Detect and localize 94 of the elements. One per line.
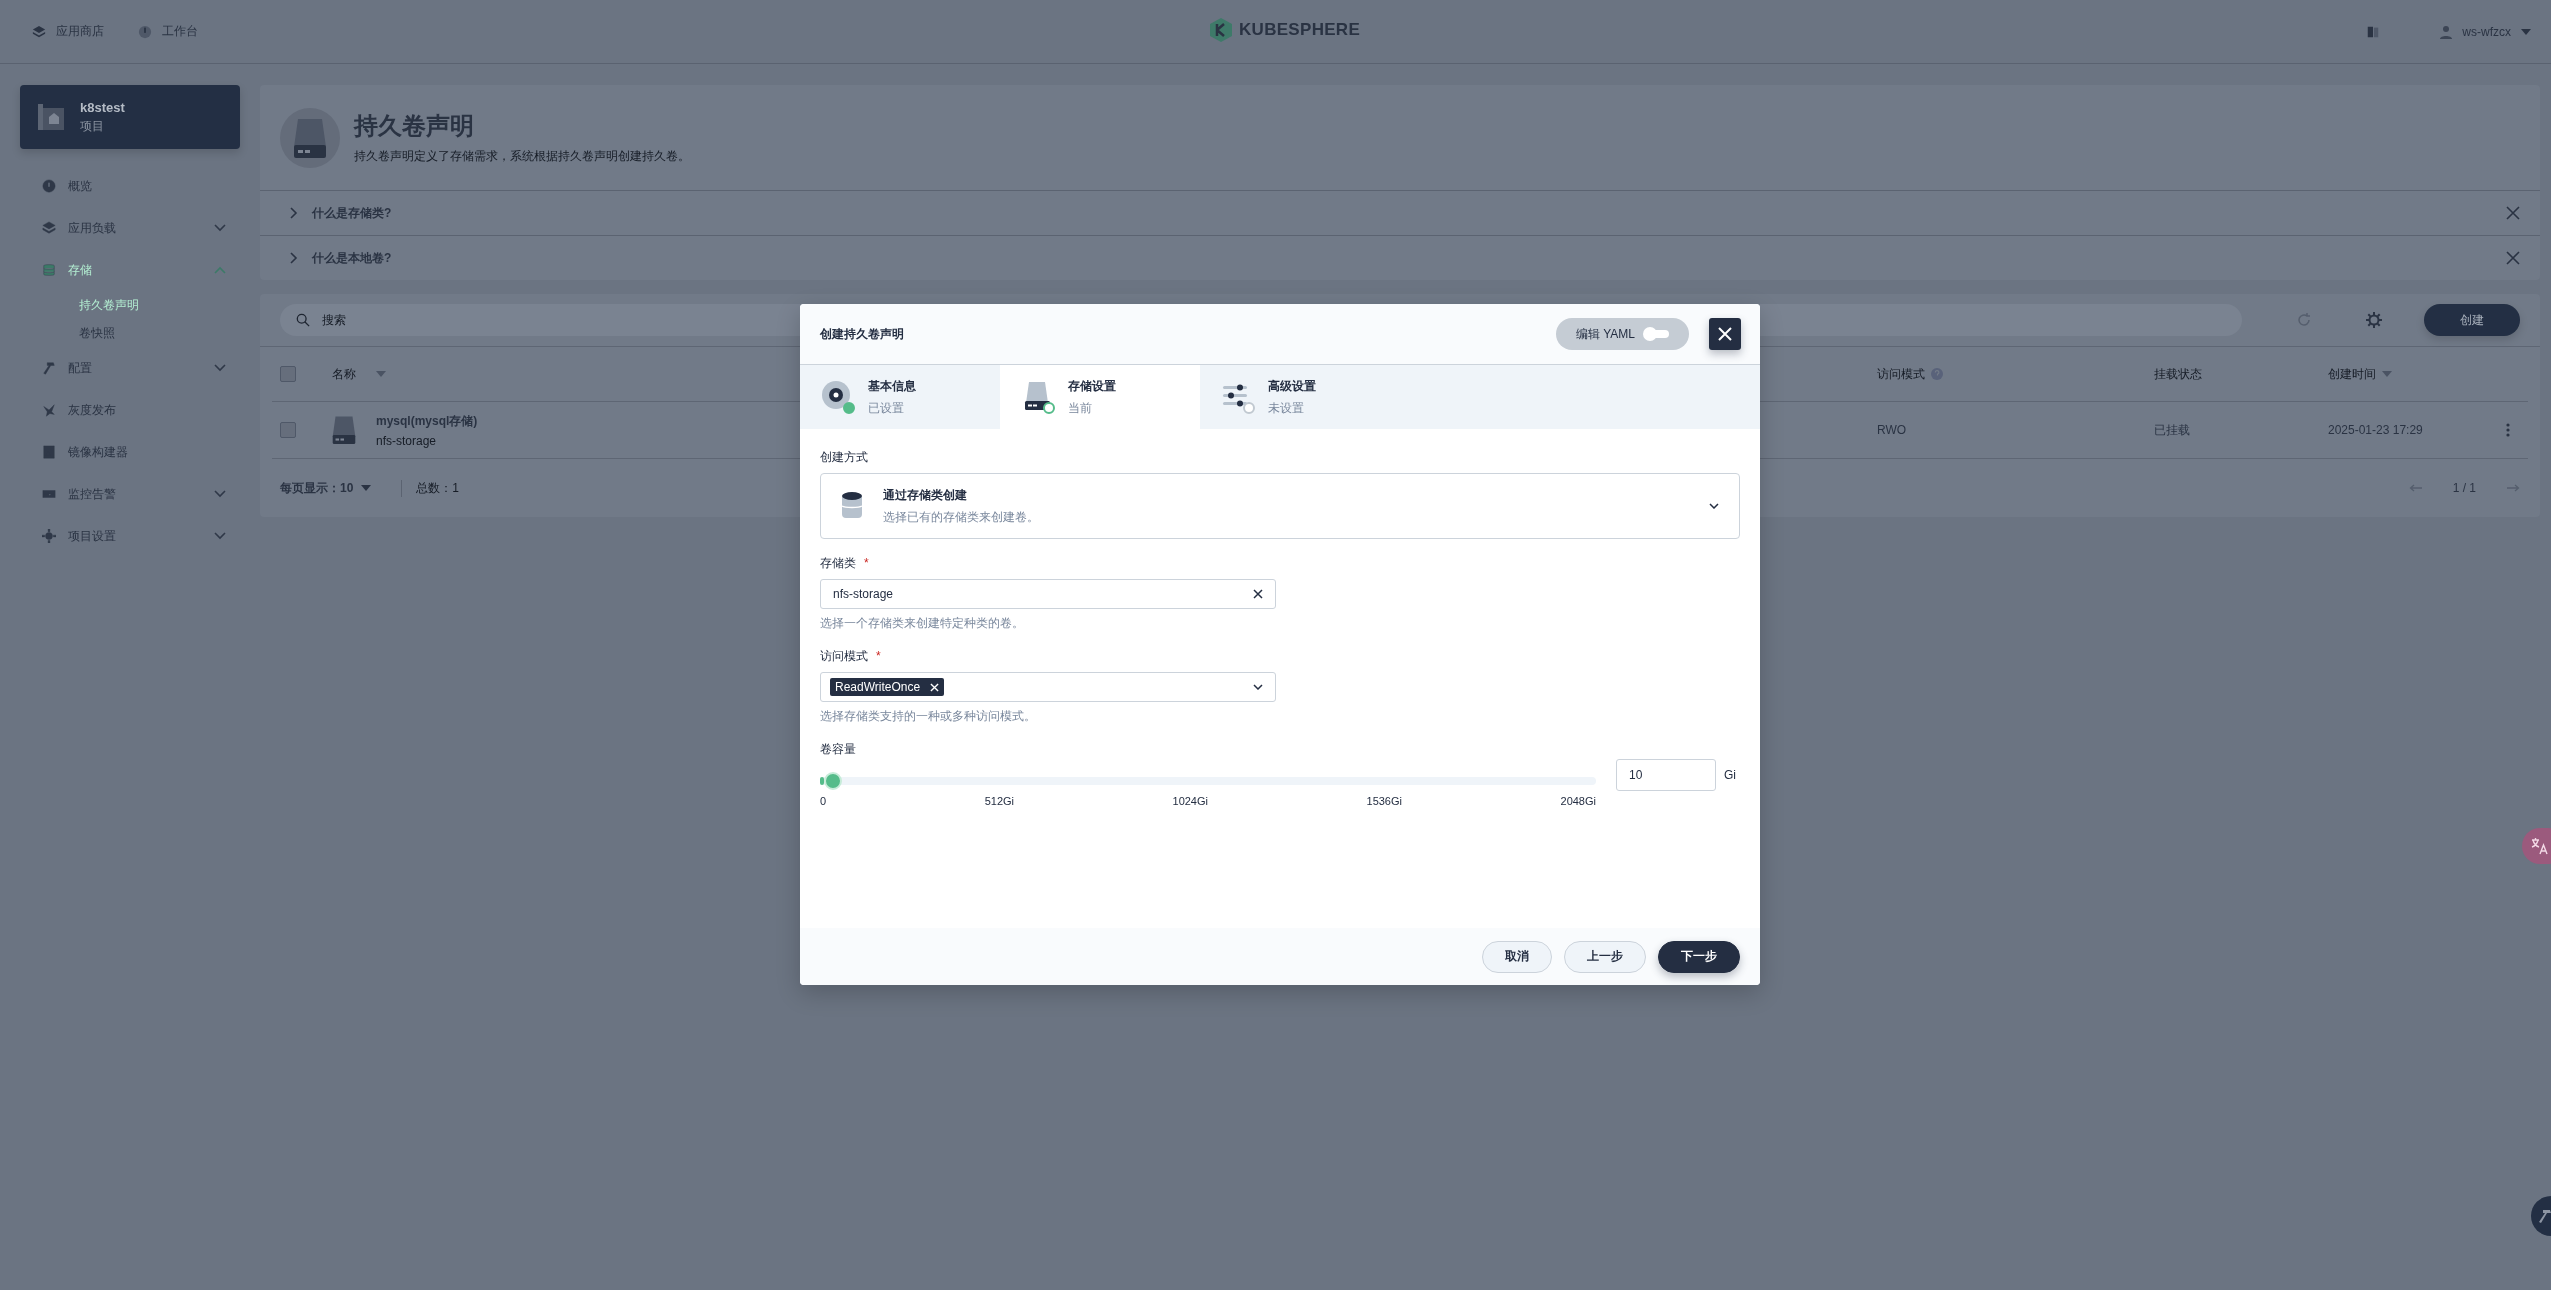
table-cell: RWO bbox=[1877, 423, 1907, 437]
clear-icon[interactable] bbox=[1253, 589, 1263, 599]
table-cell: 已挂载 bbox=[2154, 421, 2190, 439]
step-tab[interactable]: 存储设置 当前 bbox=[1000, 365, 1200, 429]
capacity-input[interactable]: 10 bbox=[1616, 759, 1716, 791]
close-button[interactable] bbox=[1709, 318, 1741, 350]
sidebar-item[interactable]: 应用负载 bbox=[20, 207, 240, 249]
column-header[interactable]: 名称 bbox=[332, 365, 356, 383]
top-nav-link[interactable]: 应用商店 bbox=[32, 23, 104, 40]
total-count: 总数：1 bbox=[401, 479, 460, 497]
slider-tick-label: 0 bbox=[820, 795, 827, 807]
more-icon[interactable] bbox=[2506, 423, 2510, 437]
layers-icon bbox=[42, 221, 56, 235]
capacity-slider[interactable] bbox=[820, 772, 1596, 790]
sliders-icon bbox=[1223, 384, 1247, 407]
chevron-down-icon bbox=[1709, 503, 1719, 509]
sidebar-subitem[interactable]: 持久卷声明 bbox=[20, 291, 240, 319]
required-mark: * bbox=[876, 649, 881, 663]
create-button[interactable]: 创建 bbox=[2424, 304, 2520, 336]
disk-icon bbox=[1025, 382, 1050, 410]
field-label: 卷容量 bbox=[820, 741, 857, 758]
access-mode-select[interactable]: ReadWriteOnce bbox=[820, 672, 1276, 702]
close-icon[interactable] bbox=[2506, 251, 2520, 265]
slider-tick-label: 2048Gi bbox=[1560, 795, 1596, 807]
page-indicator: 1 / 1 bbox=[2452, 481, 2476, 495]
sidebar-item[interactable]: 监控告警 bbox=[20, 473, 240, 515]
column-header[interactable]: 创建时间 bbox=[2328, 365, 2376, 383]
search-icon bbox=[296, 313, 310, 327]
user-menu[interactable]: ws-wfzcx bbox=[2440, 24, 2531, 39]
sidebar-item[interactable]: 存储 bbox=[20, 249, 240, 291]
slider-tick-label: 1536Gi bbox=[1366, 795, 1402, 807]
faq-question[interactable]: 什么是存储类? bbox=[312, 204, 2492, 222]
page-size-select[interactable]: 每页显示：10 bbox=[280, 479, 372, 497]
unit-label: Gi bbox=[1724, 768, 1736, 782]
sidebar-item[interactable]: 概览 bbox=[20, 165, 240, 207]
hammer-icon bbox=[2537, 1208, 2551, 1224]
caret-icon bbox=[361, 485, 372, 491]
field-label: 存储类 * bbox=[820, 555, 870, 572]
chevron-right-icon[interactable] bbox=[290, 252, 298, 264]
access-mode-tag: ReadWriteOnce bbox=[830, 678, 945, 696]
settings-icon[interactable] bbox=[2366, 312, 2382, 328]
project-name: k8stest bbox=[80, 99, 125, 115]
slider-thumb[interactable] bbox=[823, 772, 842, 790]
database-icon bbox=[841, 491, 863, 521]
translate-icon bbox=[2530, 837, 2548, 855]
hammer-icon bbox=[42, 361, 56, 375]
dialog-button[interactable]: 取消 bbox=[1482, 940, 1552, 973]
user-icon bbox=[2440, 24, 2453, 39]
hexagon-logo-icon bbox=[1208, 17, 1234, 43]
slider-tick-label: 1024Gi bbox=[1172, 795, 1208, 807]
field-label: 创建方式 bbox=[820, 449, 869, 466]
book-icon[interactable] bbox=[2366, 24, 2381, 39]
disc-icon bbox=[822, 381, 850, 409]
slider-tick-label: 512Gi bbox=[984, 795, 1014, 807]
gauge-icon bbox=[42, 179, 56, 193]
dialog-title: 创建持久卷声明 bbox=[820, 325, 904, 343]
volume-name-link[interactable]: mysql(mysql存储) bbox=[376, 412, 478, 430]
sidebar-item[interactable]: 镜像构建器 bbox=[20, 431, 240, 473]
edit-yaml-toggle[interactable]: 编辑 YAML bbox=[1555, 318, 1689, 350]
project-icon bbox=[36, 102, 66, 132]
close-icon bbox=[1717, 326, 1733, 342]
field-hint: 选择存储类支持的一种或多种访问模式。 bbox=[820, 708, 1037, 725]
method-select[interactable]: 通过存储类创建 选择已有的存储类来创建卷。 bbox=[820, 473, 1740, 539]
select-all-checkbox[interactable] bbox=[280, 366, 296, 382]
caret-icon bbox=[2521, 28, 2531, 35]
gauge-icon bbox=[138, 24, 152, 39]
next-button[interactable]: 下一步 bbox=[1658, 940, 1740, 973]
storage-class-select[interactable]: nfs-storage bbox=[820, 579, 1276, 609]
dialog-button[interactable]: 上一步 bbox=[1564, 940, 1646, 973]
row-checkbox[interactable] bbox=[280, 422, 296, 438]
caret-icon[interactable] bbox=[376, 371, 386, 377]
column-header: 挂载状态 bbox=[2154, 365, 2202, 383]
chevron-right-icon[interactable] bbox=[290, 207, 298, 219]
field-label: 访问模式 * bbox=[820, 648, 882, 665]
faq-question[interactable]: 什么是本地卷? bbox=[312, 249, 2492, 267]
layers-icon bbox=[32, 24, 46, 39]
column-header: 访问模式 bbox=[1877, 365, 1925, 383]
field-hint: 选择一个存储类来创建特定种类的卷。 bbox=[820, 615, 1025, 632]
close-icon[interactable] bbox=[2506, 206, 2520, 220]
top-nav-link[interactable]: 工作台 bbox=[138, 23, 198, 40]
remove-icon[interactable] bbox=[930, 682, 940, 692]
project-type: 项目 bbox=[80, 117, 105, 135]
project-card[interactable]: k8stest 项目 bbox=[20, 85, 240, 149]
caret-icon[interactable] bbox=[2382, 371, 2392, 377]
sidebar-item[interactable]: 灰度发布 bbox=[20, 389, 240, 431]
chevron-down-icon bbox=[1253, 684, 1263, 690]
page-title: 持久卷声明 bbox=[354, 111, 475, 141]
database-icon bbox=[42, 263, 56, 277]
storage-class-text: nfs-storage bbox=[376, 433, 438, 448]
sidebar-subitem[interactable]: 卷快照 bbox=[20, 319, 240, 347]
required-mark: * bbox=[864, 556, 869, 570]
table-cell: 2025-01-23 17:29 bbox=[2328, 423, 2423, 437]
logo-text: KUBESPHERE bbox=[1239, 20, 1361, 40]
page-description: 持久卷声明定义了存储需求，系统根据持久卷声明创建持久卷。 bbox=[354, 148, 690, 165]
